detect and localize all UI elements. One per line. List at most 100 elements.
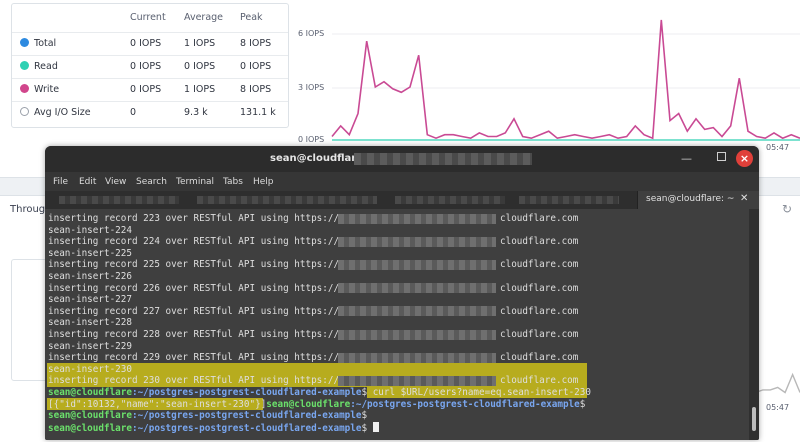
prompt-user: sean@cloudflare xyxy=(48,387,132,398)
prompt-path: :~/postgres-postgrest-cloudflared-exampl… xyxy=(131,422,362,434)
iops-chart: 6 IOPS 3 IOPS 0 IOPS xyxy=(292,0,800,150)
throughput-title: Throug xyxy=(10,204,46,215)
stats-cell-average: 9.3 k xyxy=(182,100,238,124)
terminal-tab[interactable]: sean@cloudflare: ~ ✕ xyxy=(637,191,759,209)
terminal-titlebar[interactable]: sean@cloudflare: ~ — × xyxy=(45,146,759,172)
stats-cell-average: 1 IOPS xyxy=(182,31,238,55)
stats-row-total[interactable]: Total 0 IOPS 1 IOPS 8 IOPS xyxy=(12,31,288,55)
output-line: inserting record 223 over RESTful API us… xyxy=(48,213,340,224)
menu-search[interactable]: Search xyxy=(136,177,167,187)
redacted-url-blur xyxy=(338,283,496,293)
output-line: inserting record 225 over RESTful API us… xyxy=(48,259,340,271)
stats-cell-current: 0 IOPS xyxy=(128,77,182,101)
output-line: inserting record 227 over RESTful API us… xyxy=(48,305,340,317)
menu-help[interactable]: Help xyxy=(253,177,274,187)
redacted-tab-blur xyxy=(197,196,377,204)
stats-cell-current: 0 xyxy=(128,100,182,124)
text-cursor xyxy=(372,421,379,432)
redacted-title-blur xyxy=(354,153,532,165)
stats-row-label: Total xyxy=(34,38,57,49)
menu-edit[interactable]: Edit xyxy=(79,177,96,187)
output-line: sean-insert-225 xyxy=(48,247,132,259)
stats-cell-current: 0 IOPS xyxy=(128,54,182,78)
avg-io-legend-dot xyxy=(20,107,29,117)
stats-header-current: Current xyxy=(130,12,166,24)
iops-time-label: 05:47 xyxy=(766,143,790,152)
prompt-line: sean@cloudflare:~/postgres-postgrest-clo… xyxy=(48,410,367,422)
terminal-scrollbar[interactable] xyxy=(749,209,759,440)
stats-cell-peak: 0 IOPS xyxy=(238,54,288,78)
stats-row-label: Avg I/O Size xyxy=(34,107,91,119)
refresh-icon[interactable]: ↻ xyxy=(782,202,792,216)
stats-cell-peak: 8 IOPS xyxy=(238,77,288,101)
prompt-user: sean@cloudflare xyxy=(48,422,132,434)
output-line: inserting record 224 over RESTful API us… xyxy=(48,236,340,248)
output-line: inserting record 229 over RESTful API us… xyxy=(48,352,340,364)
terminal-output[interactable]: inserting record 223 over RESTful API us… xyxy=(45,209,749,440)
stats-header-blank xyxy=(12,4,128,32)
menu-tabs[interactable]: Tabs xyxy=(223,177,243,187)
prompt-line: sean@cloudflare:~/postgres-postgrest-clo… xyxy=(48,421,379,434)
read-legend-dot xyxy=(20,61,29,70)
output-line: sean-insert-228 xyxy=(48,317,132,329)
redacted-tab-blur xyxy=(59,196,179,204)
stats-header-peak: Peak xyxy=(240,12,263,24)
stats-row-label: Read xyxy=(34,61,58,72)
url-domain: cloudflare.com xyxy=(500,375,579,387)
redacted-url-blur xyxy=(338,237,496,247)
redacted-url-blur xyxy=(338,260,496,270)
url-domain: cloudflare.com xyxy=(500,282,579,294)
output-line: sean-insert-229 xyxy=(48,340,132,352)
redacted-url-blur xyxy=(338,330,496,340)
scrollbar-thumb[interactable] xyxy=(752,407,756,431)
url-domain: cloudflare.com xyxy=(500,213,579,224)
stats-row-write[interactable]: Write 0 IOPS 1 IOPS 8 IOPS xyxy=(12,77,288,101)
menu-terminal[interactable]: Terminal xyxy=(176,177,214,187)
prompt-symbol: $ xyxy=(579,398,586,410)
output-line: inserting record 228 over RESTful API us… xyxy=(48,329,340,340)
total-legend-dot xyxy=(20,38,29,47)
prompt-path: :~/postgres-postgrest-cloudflared-exampl… xyxy=(131,387,362,398)
menu-file[interactable]: File xyxy=(53,177,68,187)
redacted-tab-blur xyxy=(395,196,505,204)
typed-command: curl $URL/users?name=eq.sean-insert-230 xyxy=(372,387,591,398)
close-icon[interactable]: × xyxy=(736,150,753,167)
write-legend-dot xyxy=(20,84,29,93)
prompt-line: [{"id":10132,"name":"sean-insert-230"}]s… xyxy=(48,399,585,411)
tab-close-icon[interactable]: ✕ xyxy=(740,193,748,204)
redacted-tab-blur xyxy=(519,196,619,204)
json-response: [{"id":10132,"name":"sean-insert-230"}] xyxy=(48,398,267,410)
terminal-menubar: File Edit View Search Terminal Tabs Help xyxy=(45,172,759,191)
output-line: inserting record 230 over RESTful API us… xyxy=(48,375,340,387)
stats-cell-current: 0 IOPS xyxy=(128,31,182,55)
prompt-path: :~/postgres-postgrest-cloudflared-exampl… xyxy=(131,410,362,422)
iops-stats-table: Current Average Peak Total 0 IOPS 1 IOPS… xyxy=(11,3,289,128)
prompt-symbol: $ xyxy=(361,387,368,398)
redacted-url-blur xyxy=(338,306,496,316)
minimize-icon[interactable]: — xyxy=(681,152,692,165)
url-domain: cloudflare.com xyxy=(500,305,579,317)
stats-cell-average: 0 IOPS xyxy=(182,54,238,78)
stats-row-label: Write xyxy=(34,84,60,95)
url-domain: cloudflare.com xyxy=(500,352,579,364)
output-line: sean-insert-226 xyxy=(48,271,132,282)
stats-row-read[interactable]: Read 0 IOPS 0 IOPS 0 IOPS xyxy=(12,54,288,78)
redacted-url-blur xyxy=(338,376,496,386)
iops-chart-plot xyxy=(331,19,800,141)
prompt-user: sean@cloudflare xyxy=(48,410,132,422)
throughput-time-label: 05:47 xyxy=(766,403,790,412)
stats-cell-peak: 8 IOPS xyxy=(238,31,288,55)
redacted-url-blur xyxy=(338,353,496,363)
menu-view[interactable]: View xyxy=(105,177,126,187)
write-series-line xyxy=(331,19,800,140)
output-line: sean-insert-227 xyxy=(48,294,132,306)
output-line: sean-insert-224 xyxy=(48,224,132,236)
terminal-window[interactable]: sean@cloudflare: ~ — × File Edit View Se… xyxy=(45,146,759,440)
redacted-url-blur xyxy=(338,214,496,224)
maximize-icon[interactable] xyxy=(717,152,726,161)
url-domain: cloudflare.com xyxy=(500,259,579,271)
url-domain: cloudflare.com xyxy=(500,329,579,340)
stats-cell-average: 1 IOPS xyxy=(182,77,238,101)
prompt-symbol: $ xyxy=(361,410,368,422)
stats-row-avg-io-size[interactable]: Avg I/O Size 0 9.3 k 131.1 k xyxy=(12,100,288,124)
